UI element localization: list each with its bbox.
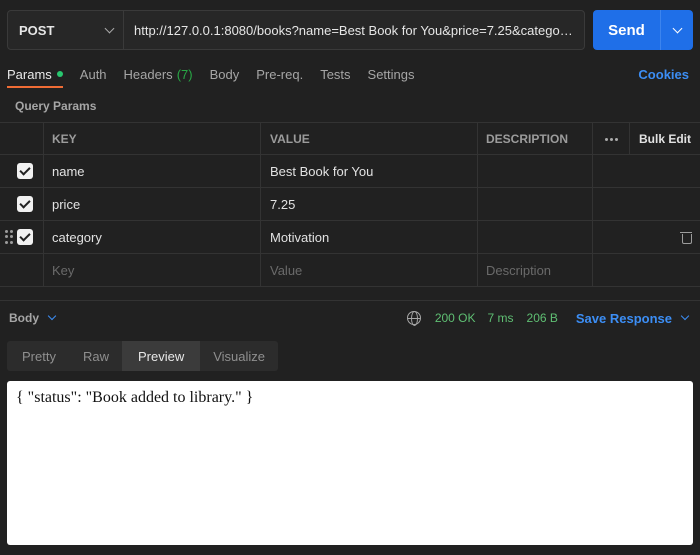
table-row-empty: Key Value Description bbox=[0, 254, 700, 287]
row-handle-cell bbox=[0, 254, 17, 286]
row-handle-cell bbox=[0, 155, 17, 187]
query-params-table: KEY VALUE DESCRIPTION Bulk Edit name Bes… bbox=[0, 122, 700, 287]
new-param-value-input[interactable]: Value bbox=[261, 254, 478, 286]
response-time[interactable]: 7 ms bbox=[488, 311, 514, 325]
tab-auth[interactable]: Auth bbox=[80, 60, 107, 88]
table-header-row: KEY VALUE DESCRIPTION Bulk Edit bbox=[0, 122, 700, 155]
response-size[interactable]: 206 B bbox=[527, 311, 558, 325]
view-tab-preview[interactable]: Preview bbox=[121, 341, 201, 371]
tab-prereq[interactable]: Pre-req. bbox=[256, 60, 303, 88]
view-tab-visualize[interactable]: Visualize bbox=[200, 341, 278, 371]
chevron-down-icon bbox=[672, 23, 682, 33]
chevron-down-icon bbox=[47, 311, 57, 321]
save-response-label: Save Response bbox=[575, 310, 672, 326]
table-row: price 7.25 bbox=[0, 188, 700, 221]
param-key-input[interactable]: category bbox=[44, 221, 261, 253]
column-header-value: VALUE bbox=[261, 123, 478, 155]
more-horizontal-icon bbox=[604, 137, 618, 141]
chevron-down-icon bbox=[680, 311, 690, 321]
new-param-description-input[interactable]: Description bbox=[478, 254, 593, 286]
tab-headers-label: Headers bbox=[123, 66, 173, 82]
send-options-button[interactable] bbox=[661, 10, 693, 50]
row-handle-cell bbox=[0, 188, 17, 220]
response-body-dropdown[interactable]: Body bbox=[9, 311, 57, 325]
send-button-group: Send bbox=[593, 10, 693, 50]
method-select[interactable]: POST bbox=[8, 11, 124, 49]
tab-headers[interactable]: Headers (7) bbox=[124, 60, 193, 88]
url-text: http://127.0.0.1:8080/books?name=Best Bo… bbox=[134, 22, 574, 38]
method-label: POST bbox=[19, 22, 55, 38]
param-value-input[interactable]: 7.25 bbox=[261, 188, 478, 220]
view-tab-pretty[interactable]: Pretty bbox=[7, 341, 70, 371]
row-actions-cell bbox=[593, 155, 700, 187]
response-preview-text: { "status": "Book added to library." } bbox=[16, 389, 254, 406]
param-description-input[interactable] bbox=[478, 221, 593, 253]
url-input[interactable]: http://127.0.0.1:8080/books?name=Best Bo… bbox=[124, 11, 584, 49]
header-check-cell bbox=[17, 123, 44, 155]
row-actions-cell bbox=[593, 188, 700, 220]
active-params-dot-icon bbox=[56, 71, 63, 77]
param-description-input[interactable] bbox=[478, 188, 593, 220]
tab-params-label: Params bbox=[7, 66, 52, 82]
row-actions-cell bbox=[593, 254, 700, 286]
param-enabled-checkbox[interactable] bbox=[17, 163, 33, 179]
param-value-input[interactable]: Motivation bbox=[261, 221, 478, 253]
bulk-edit-button[interactable]: Bulk Edit bbox=[630, 123, 700, 155]
table-row: category Motivation bbox=[0, 221, 700, 254]
url-box: POST http://127.0.0.1:8080/books?name=Be… bbox=[7, 10, 585, 50]
response-body-label: Body bbox=[9, 311, 39, 325]
tab-settings[interactable]: Settings bbox=[368, 60, 415, 88]
tab-body[interactable]: Body bbox=[210, 60, 240, 88]
query-params-title: Query Params bbox=[15, 99, 97, 113]
save-response-button[interactable]: Save Response bbox=[575, 310, 690, 326]
param-enabled-checkbox[interactable] bbox=[17, 196, 33, 212]
tab-params[interactable]: Params bbox=[7, 60, 63, 88]
request-tabs: Params Auth Headers (7) Body Pre-req. Te… bbox=[7, 60, 693, 88]
column-header-key: KEY bbox=[44, 123, 261, 155]
chevron-down-icon bbox=[104, 23, 115, 33]
response-meta: 200 OK 7 ms 206 B Save Response bbox=[406, 310, 690, 326]
column-header-description: DESCRIPTION bbox=[478, 123, 593, 155]
request-url-bar: POST http://127.0.0.1:8080/books?name=Be… bbox=[7, 10, 693, 50]
param-enabled-checkbox[interactable] bbox=[17, 229, 33, 245]
row-actions-cell bbox=[593, 221, 700, 253]
header-handle-cell bbox=[0, 123, 17, 155]
cookies-link[interactable]: Cookies bbox=[638, 60, 689, 88]
column-options-button[interactable] bbox=[593, 123, 630, 155]
response-preview-pane: { "status": "Book added to library." } bbox=[7, 381, 693, 545]
row-checkbox-cell bbox=[17, 221, 44, 253]
view-tab-raw[interactable]: Raw bbox=[70, 341, 122, 371]
row-checkbox-cell bbox=[17, 155, 44, 187]
globe-icon[interactable] bbox=[406, 311, 421, 326]
row-checkbox-cell bbox=[17, 188, 44, 220]
row-checkbox-cell bbox=[17, 254, 44, 286]
param-key-input[interactable]: price bbox=[44, 188, 261, 220]
param-key-input[interactable]: name bbox=[44, 155, 261, 187]
param-value-input[interactable]: Best Book for You bbox=[261, 155, 478, 187]
trash-icon[interactable] bbox=[680, 231, 692, 244]
headers-count-badge: (7) bbox=[176, 66, 193, 82]
row-handle-cell bbox=[0, 221, 17, 253]
drag-handle-icon[interactable] bbox=[4, 230, 13, 244]
send-button[interactable]: Send bbox=[593, 10, 661, 50]
response-bar: Body 200 OK 7 ms 206 B Save Response bbox=[0, 300, 700, 335]
param-description-input[interactable] bbox=[478, 155, 593, 187]
response-view-tabs: Pretty Raw Preview Visualize bbox=[7, 341, 279, 371]
tab-tests[interactable]: Tests bbox=[320, 60, 350, 88]
status-badge[interactable]: 200 OK bbox=[435, 311, 476, 325]
table-row: name Best Book for You bbox=[0, 155, 700, 188]
new-param-key-input[interactable]: Key bbox=[44, 254, 261, 286]
